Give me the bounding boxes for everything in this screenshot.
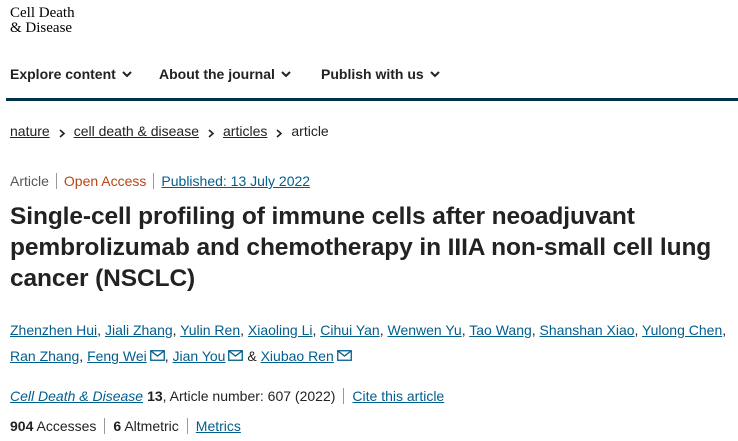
envelope-icon[interactable] bbox=[228, 350, 244, 361]
author-link[interactable]: Yulin Ren bbox=[180, 322, 240, 338]
author-separator: , bbox=[634, 322, 643, 338]
author-link[interactable]: Tao Wang bbox=[469, 322, 532, 338]
altmetric-label: Altmetric bbox=[124, 418, 179, 434]
chevron-down-icon bbox=[281, 70, 291, 78]
published-date-link[interactable]: Published: 13 July 2022 bbox=[161, 173, 310, 189]
author-separator: , bbox=[531, 322, 540, 338]
author-link[interactable]: Zhenzhen Hui bbox=[10, 322, 97, 338]
meta-divider bbox=[55, 173, 57, 189]
author-link[interactable]: Xiaoling Li bbox=[248, 322, 313, 338]
breadcrumb-cell-death-disease[interactable]: cell death & disease bbox=[74, 123, 199, 139]
journal-name-link[interactable]: Cell Death & Disease bbox=[10, 388, 143, 404]
accesses-count: 904 bbox=[10, 418, 34, 434]
article-type: Article bbox=[10, 173, 49, 189]
envelope-icon[interactable] bbox=[336, 350, 352, 361]
metrics-row: 904 Accesses 6 Altmetric Metrics bbox=[10, 418, 241, 434]
author-separator: , bbox=[240, 322, 248, 338]
meta-divider bbox=[153, 173, 155, 189]
author-separator: , bbox=[379, 322, 388, 338]
author-link[interactable]: Ran Zhang bbox=[10, 348, 79, 364]
nav-about-journal-label: About the journal bbox=[159, 66, 275, 82]
author-separator: , bbox=[97, 322, 105, 338]
article-number: , Article number: 607 (2022) bbox=[162, 388, 336, 404]
breadcrumb-articles[interactable]: articles bbox=[223, 123, 267, 139]
article-meta: Article Open Access Published: 13 July 202… bbox=[10, 173, 310, 189]
author-link[interactable]: Shanshan Xiao bbox=[540, 322, 635, 338]
metrics-divider bbox=[104, 418, 106, 434]
breadcrumb: nature cell death & disease articles articl… bbox=[10, 123, 329, 139]
author-separator-and: & bbox=[243, 348, 261, 364]
author-separator: , bbox=[79, 348, 88, 364]
journal-logo-line1: Cell Death bbox=[10, 5, 75, 21]
author-link[interactable]: Jiali Zhang bbox=[105, 322, 173, 338]
chevron-right-icon bbox=[58, 127, 66, 138]
citation-row: Cell Death & Disease 13, Article number: … bbox=[10, 388, 444, 404]
journal-logo-line2: & Disease bbox=[10, 20, 73, 36]
author-link[interactable]: Feng Wei bbox=[87, 348, 147, 364]
author-link[interactable]: Jian You bbox=[173, 348, 226, 364]
envelope-icon[interactable] bbox=[149, 350, 165, 361]
open-access-badge: Open Access bbox=[63, 173, 147, 189]
nav-explore-content[interactable]: Explore content bbox=[10, 66, 132, 82]
breadcrumb-current: article bbox=[291, 123, 329, 139]
citation-divider bbox=[343, 388, 345, 404]
chevron-down-icon bbox=[122, 70, 132, 78]
volume-number: 13 bbox=[147, 388, 163, 404]
author-separator: , bbox=[164, 348, 173, 364]
metrics-link[interactable]: Metrics bbox=[196, 418, 241, 434]
chevron-down-icon bbox=[429, 70, 440, 78]
author-link[interactable]: Yulong Chen bbox=[642, 322, 722, 338]
nav-divider bbox=[6, 98, 738, 101]
breadcrumb-nature[interactable]: nature bbox=[10, 123, 50, 139]
accesses-label: Accesses bbox=[36, 418, 97, 434]
author-list: Zhenzhen Hui, Jiali Zhang, Yulin Ren, Xi… bbox=[10, 317, 730, 369]
author-link[interactable]: Wenwen Yu bbox=[388, 322, 462, 338]
cite-this-article-link[interactable]: Cite this article bbox=[352, 388, 444, 404]
chevron-right-icon bbox=[275, 127, 283, 138]
nav-publish-with-us[interactable]: Publish with us bbox=[321, 66, 440, 82]
nav-explore-content-label: Explore content bbox=[10, 66, 116, 82]
nav-publish-with-us-label: Publish with us bbox=[321, 66, 424, 82]
author-link[interactable]: Xiubao Ren bbox=[261, 348, 334, 364]
author-link[interactable]: Cihui Yan bbox=[320, 322, 379, 338]
altmetric-score: 6 bbox=[113, 418, 122, 434]
article-title: Single-cell profiling of immune cells af… bbox=[10, 203, 712, 292]
chevron-right-icon bbox=[207, 127, 215, 138]
metrics-divider bbox=[186, 418, 188, 434]
nav-about-journal[interactable]: About the journal bbox=[159, 66, 291, 82]
journal-logo[interactable]: Cell Death & Disease bbox=[10, 6, 75, 36]
author-separator: , bbox=[722, 322, 727, 338]
top-navigation: Explore content About the journal Publis… bbox=[0, 58, 738, 98]
